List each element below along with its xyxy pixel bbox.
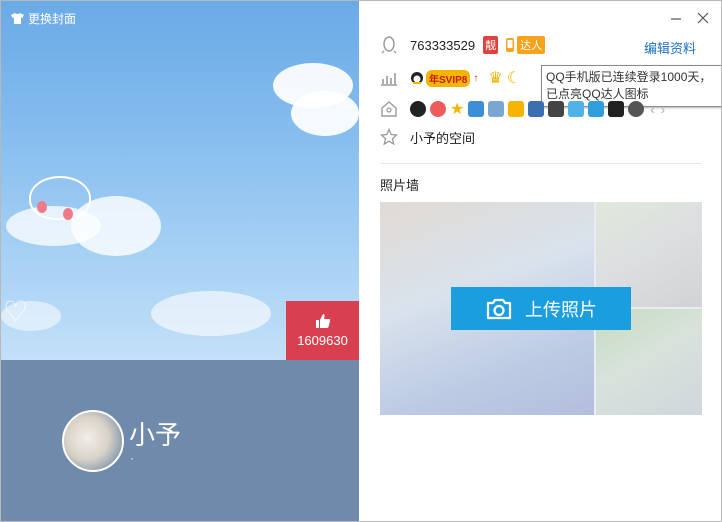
minimize-button[interactable] bbox=[668, 10, 684, 26]
cloud bbox=[151, 291, 271, 336]
change-cover-label: 更换封面 bbox=[28, 12, 77, 26]
vip-label: 年SVIP8 bbox=[426, 69, 471, 87]
heart-doodle-icon: ♡ bbox=[3, 296, 29, 327]
liang-badge[interactable]: 靓 bbox=[483, 36, 499, 54]
edit-profile-link[interactable]: 编辑资料 bbox=[644, 38, 696, 57]
bunny-cheek bbox=[37, 201, 47, 213]
qq-number: 763333529 bbox=[410, 37, 476, 53]
like-button[interactable]: 1609630 bbox=[286, 301, 359, 360]
minimize-icon bbox=[671, 18, 681, 20]
profile-window: ♡ 更换封面 1609630 小予 · 763333529 靓 达人 编辑资料 … bbox=[0, 0, 722, 522]
phone-icon bbox=[506, 38, 515, 52]
qq-vip-icon[interactable] bbox=[410, 101, 426, 117]
black-diamond-icon[interactable] bbox=[608, 101, 625, 117]
tshirt-icon bbox=[11, 13, 24, 24]
moon-icon[interactable]: ☾ bbox=[507, 68, 521, 88]
crown-icon[interactable]: ♛ bbox=[488, 68, 502, 88]
bunny-doodle bbox=[29, 176, 91, 220]
space-link[interactable]: 小予的空间 bbox=[410, 128, 475, 147]
space-row: 小予的空间 bbox=[379, 127, 475, 147]
daren-label: 达人 bbox=[517, 36, 546, 54]
music-icon[interactable] bbox=[508, 101, 525, 117]
level-icon bbox=[379, 68, 399, 88]
like-count: 1609630 bbox=[297, 333, 348, 348]
signature: · bbox=[130, 451, 134, 465]
game-icon[interactable] bbox=[528, 101, 545, 117]
camera-icon[interactable] bbox=[468, 101, 485, 117]
daren-badge[interactable]: 达人 bbox=[504, 36, 546, 54]
photo-wall-title: 照片墙 bbox=[380, 178, 420, 193]
penguin-mini-icon bbox=[411, 72, 423, 84]
nickname: 小予 bbox=[129, 420, 182, 450]
divider bbox=[380, 163, 701, 164]
upload-photo-button[interactable]: 上传照片 bbox=[451, 287, 631, 330]
penguin-icon bbox=[379, 35, 399, 55]
service-icons-row: ★ ‹ › bbox=[379, 99, 665, 119]
house-icon bbox=[379, 99, 399, 119]
vip-arrow: ↑ bbox=[473, 72, 479, 84]
info-panel: 763333529 靓 达人 编辑资料 年SVIP8 ↑ ♛ ☾ QQ手机版已连… bbox=[359, 1, 721, 521]
star-icon[interactable]: ★ bbox=[450, 99, 464, 119]
heart-icon[interactable] bbox=[430, 101, 446, 117]
qq-number-row: 763333529 靓 达人 bbox=[379, 35, 546, 55]
bunny-cheek bbox=[63, 208, 73, 220]
tooltip-line1: QQ手机版已连续登录1000天， bbox=[546, 70, 712, 84]
thumbs-up-icon bbox=[315, 314, 330, 328]
diamond-icon[interactable] bbox=[548, 101, 565, 117]
star-outline-icon bbox=[379, 127, 399, 147]
chevron-left-icon[interactable]: ‹ bbox=[650, 102, 654, 117]
upload-photo-label: 上传照片 bbox=[525, 299, 597, 320]
mask-icon[interactable] bbox=[628, 101, 645, 117]
pet-icon[interactable] bbox=[568, 101, 585, 117]
avatar[interactable] bbox=[62, 410, 124, 472]
photo-wall: 上传照片 bbox=[380, 202, 702, 415]
close-button[interactable] bbox=[695, 10, 711, 26]
change-cover-button[interactable]: 更换封面 bbox=[11, 10, 76, 27]
vip-icon[interactable]: 年SVIP8 bbox=[410, 69, 471, 87]
camera-icon bbox=[486, 298, 512, 319]
cloud bbox=[291, 91, 359, 136]
mail-icon[interactable] bbox=[488, 101, 505, 117]
vip-service-icon[interactable] bbox=[588, 101, 605, 117]
level-row: 年SVIP8 ↑ ♛ ☾ bbox=[379, 68, 521, 88]
close-icon bbox=[697, 12, 709, 24]
chevron-right-icon[interactable]: › bbox=[661, 102, 665, 117]
